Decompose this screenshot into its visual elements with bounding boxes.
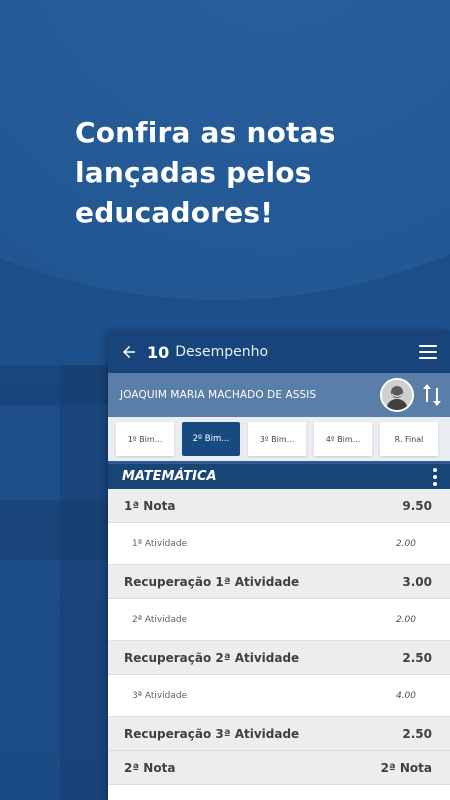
grade-row[interactable]: 2ª Nota 2ª Nota bbox=[108, 751, 450, 785]
promo-headline: Confira as notas lançadas pelos educador… bbox=[75, 113, 415, 233]
grade-label: Recuperação 3ª Atividade bbox=[124, 726, 300, 741]
activity-label: 1ª Atividade bbox=[132, 538, 188, 549]
grade-label: Recuperação 2ª Atividade bbox=[124, 650, 300, 665]
student-portrait-icon bbox=[382, 380, 412, 410]
activity-row[interactable]: 2ª Atividade 2.00 bbox=[108, 599, 450, 641]
background-stripe bbox=[0, 500, 108, 560]
app-bar: 10 Desempenho bbox=[108, 331, 450, 373]
more-vertical-icon[interactable] bbox=[428, 467, 442, 486]
grade-value: 2.50 bbox=[402, 650, 432, 665]
grade-label: 2ª Nota bbox=[124, 760, 176, 775]
subject-name: MATEMÁTICA bbox=[122, 469, 217, 484]
grade-row[interactable]: Recuperação 2ª Atividade 2.50 bbox=[108, 641, 450, 675]
arrow-left-icon[interactable] bbox=[120, 343, 138, 361]
hamburger-menu-icon[interactable] bbox=[419, 345, 437, 359]
grade-row[interactable]: Recuperação 3ª Atividade 2.50 bbox=[108, 717, 450, 751]
grade-value: 2ª Nota bbox=[380, 760, 432, 775]
activity-row[interactable]: 1ª Atividade 2.00 bbox=[108, 523, 450, 565]
headline-line-2: lançadas pelos bbox=[75, 156, 312, 189]
activity-label: 3ª Atividade bbox=[132, 690, 188, 701]
activity-row[interactable]: 3ª Atividade 4.00 bbox=[108, 675, 450, 717]
student-bar: JOAQUIM MARIA MACHADO DE ASSIS bbox=[108, 373, 450, 417]
tab-final-recovery[interactable]: R. Final bbox=[380, 422, 438, 456]
background-stripe bbox=[60, 365, 108, 800]
activity-value: 2.00 bbox=[395, 538, 416, 549]
app-number: 10 bbox=[147, 342, 170, 362]
grade-row[interactable]: Recuperação 1ª Atividade 3.00 bbox=[108, 565, 450, 599]
grade-value: 9.50 bbox=[402, 498, 432, 513]
activity-value: 4.00 bbox=[395, 690, 416, 701]
tab-bimester-2[interactable]: 2º Bim... bbox=[182, 422, 240, 456]
swap-vertical-icon[interactable] bbox=[422, 381, 442, 409]
grade-value: 2.50 bbox=[402, 726, 432, 741]
grades-list: 1ª Nota 9.50 1ª Atividade 2.00 Recuperaç… bbox=[108, 489, 450, 785]
page-title: Desempenho bbox=[175, 344, 269, 360]
tab-bimester-3[interactable]: 3º Bim... bbox=[248, 422, 306, 456]
app-screen: 10 Desempenho JOAQUIM MARIA MACHADO DE A… bbox=[108, 331, 450, 800]
tab-bimester-4[interactable]: 4º Bim... bbox=[314, 422, 372, 456]
headline-line-1: Confira as notas bbox=[75, 116, 336, 149]
grade-value: 3.00 bbox=[402, 574, 432, 589]
headline-line-3: educadores! bbox=[75, 196, 274, 229]
activity-label: 2ª Atividade bbox=[132, 614, 188, 625]
subject-header: MATEMÁTICA bbox=[108, 461, 450, 489]
avatar[interactable] bbox=[380, 378, 414, 412]
student-name: JOAQUIM MARIA MACHADO DE ASSIS bbox=[120, 389, 317, 401]
bimester-tabs: 1º Bim... 2º Bim... 3º Bim... 4º Bim... … bbox=[108, 417, 450, 461]
grade-row[interactable]: 1ª Nota 9.50 bbox=[108, 489, 450, 523]
grade-label: Recuperação 1ª Atividade bbox=[124, 574, 300, 589]
activity-value: 2.00 bbox=[395, 614, 416, 625]
grade-label: 1ª Nota bbox=[124, 498, 176, 513]
tab-bimester-1[interactable]: 1º Bim... bbox=[116, 422, 174, 456]
